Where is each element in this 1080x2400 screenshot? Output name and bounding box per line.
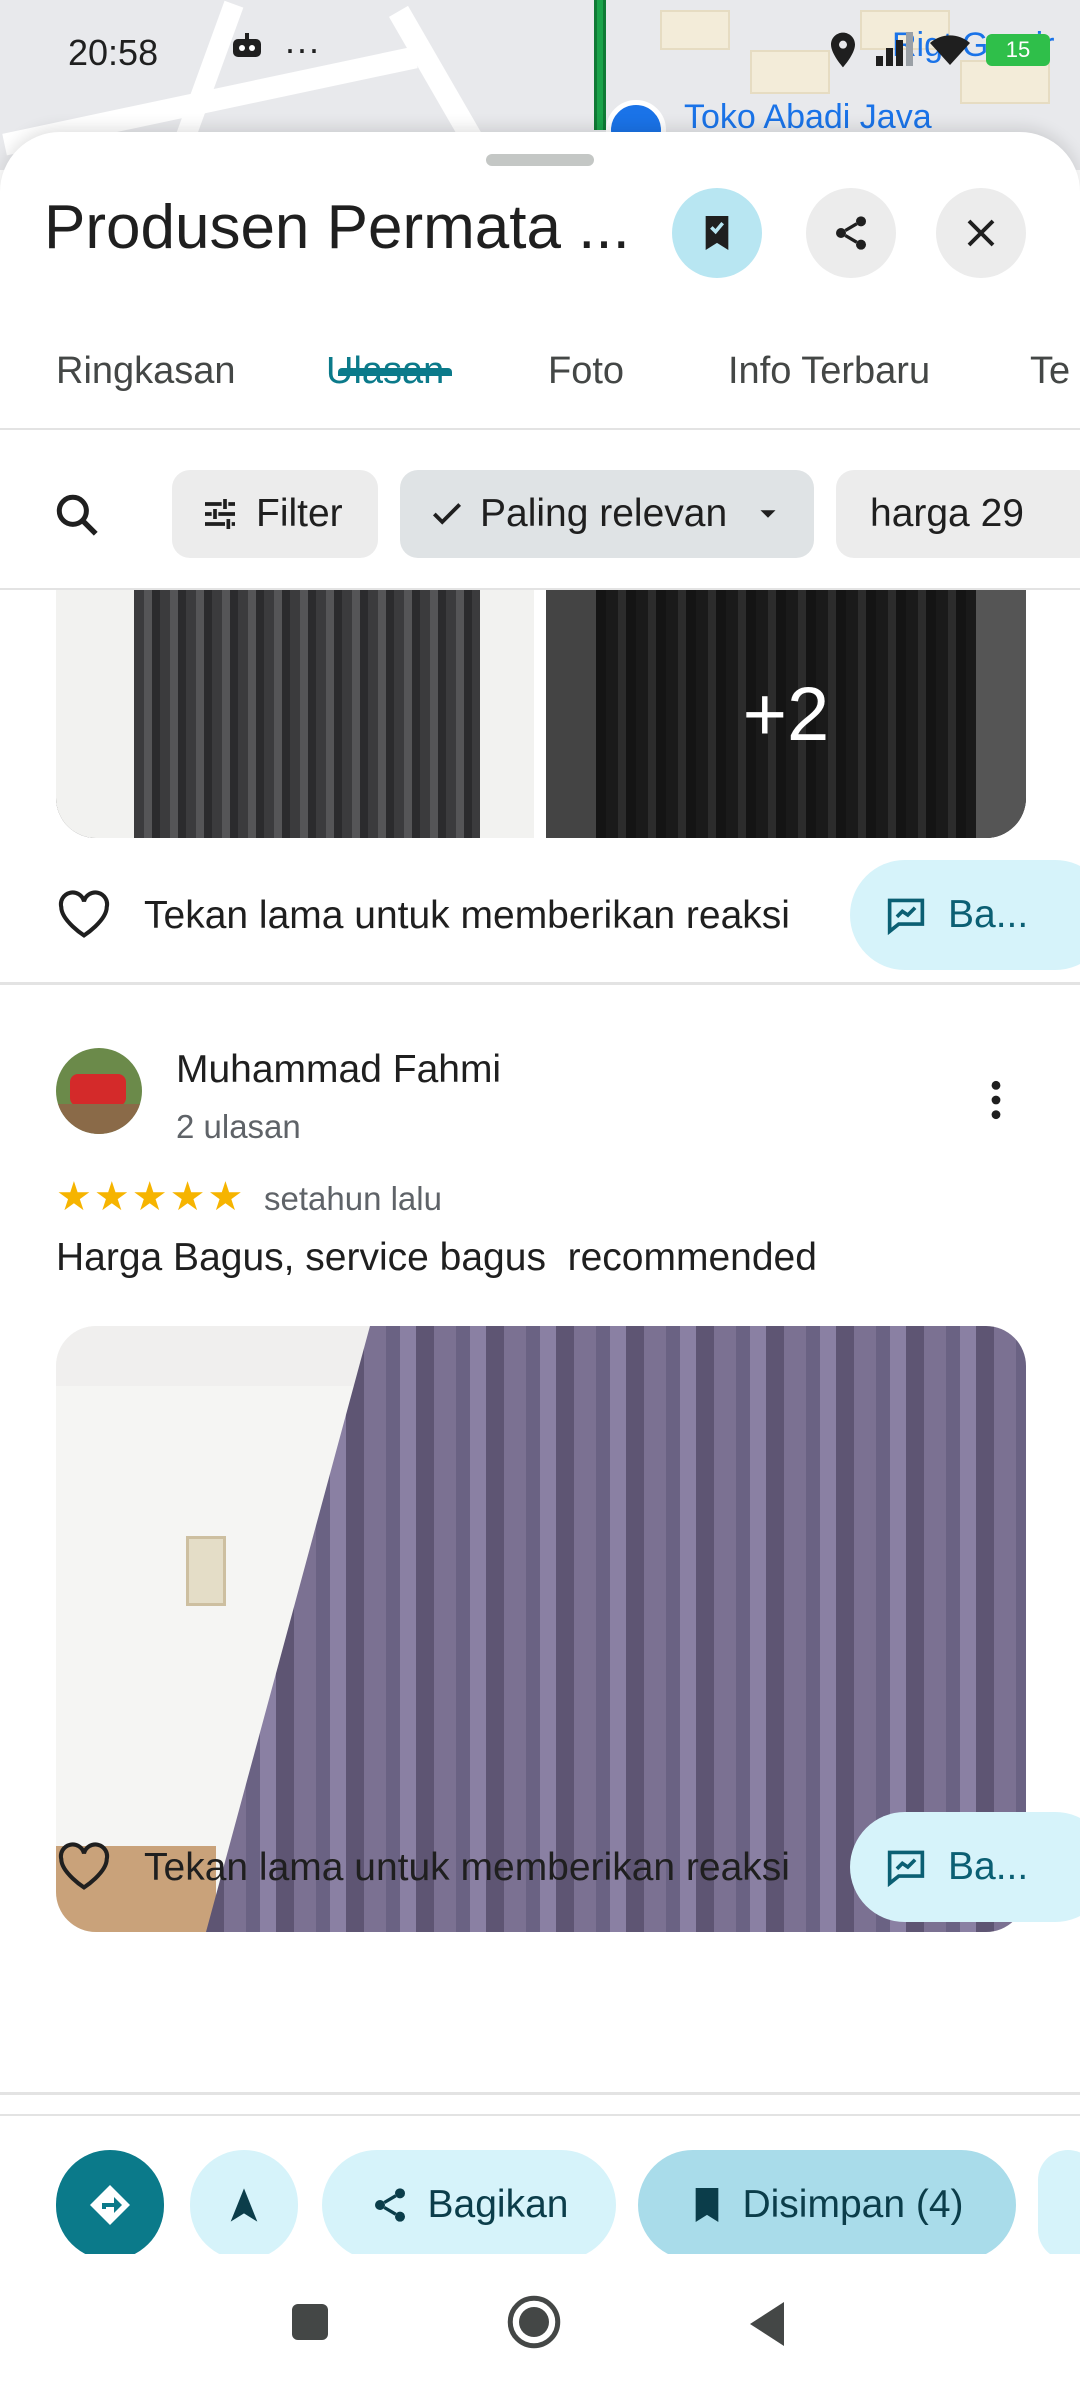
close-button[interactable] bbox=[936, 188, 1026, 278]
topic-chip[interactable]: harga 29 bbox=[836, 470, 1080, 558]
tab-info-terbaru[interactable]: Info Terbaru bbox=[728, 350, 930, 393]
status-bar: 20:58 ··· 15 bbox=[0, 0, 1080, 110]
star-rating: ★★★★★ bbox=[56, 1175, 246, 1219]
share-action-button[interactable]: Bagikan bbox=[322, 2150, 616, 2260]
navigation-arrow-icon bbox=[230, 2188, 258, 2222]
bot-icon bbox=[233, 33, 261, 57]
reply-button-label: Ba... bbox=[948, 1845, 1029, 1888]
search-icon bbox=[56, 494, 98, 536]
share-action-label: Bagikan bbox=[427, 2183, 569, 2226]
place-action-bar: Bagikan Disimpan (4) bbox=[0, 2114, 1080, 2260]
review-photo[interactable] bbox=[56, 590, 534, 838]
status-more-dots: ··· bbox=[284, 28, 320, 69]
signal-icon bbox=[876, 32, 913, 66]
sort-chip[interactable]: Paling relevan bbox=[400, 470, 814, 558]
saved-action-button[interactable]: Disimpan (4) bbox=[638, 2150, 1016, 2260]
heart-icon[interactable] bbox=[56, 890, 112, 940]
system-icons: 15 bbox=[826, 30, 1050, 70]
share-icon bbox=[836, 216, 866, 250]
more-photos-count: +2 bbox=[742, 671, 830, 757]
reply-button[interactable]: Ba... bbox=[850, 1812, 1080, 1922]
directions-icon bbox=[90, 2185, 130, 2225]
more-vert-icon bbox=[991, 1080, 1001, 1120]
share-button[interactable] bbox=[806, 188, 896, 278]
tab-foto[interactable]: Foto bbox=[548, 350, 624, 393]
reviewer-name[interactable]: Muhammad Fahmi bbox=[176, 1048, 501, 1092]
filter-chip-label: Filter bbox=[256, 492, 343, 535]
close-icon bbox=[967, 219, 995, 247]
back-icon[interactable] bbox=[744, 2298, 792, 2350]
more-actions-button[interactable] bbox=[1038, 2150, 1080, 2260]
filter-chip[interactable]: Filter bbox=[172, 470, 378, 558]
review-divider bbox=[0, 982, 1080, 985]
review-reaction-row: Tekan lama untuk memberikan reaksi Ba... bbox=[0, 1812, 1080, 1922]
review-filter-bar: Filter Paling relevan harga 29 bbox=[0, 430, 1080, 590]
search-reviews-button[interactable] bbox=[52, 490, 102, 545]
saved-button[interactable] bbox=[672, 188, 762, 278]
directions-button[interactable] bbox=[56, 2150, 164, 2260]
previous-review-photos: +2 bbox=[56, 590, 1026, 838]
review-menu-button[interactable] bbox=[966, 1070, 1026, 1130]
tab-bar: Ringkasan Ulasan Foto Info Terbaru Te bbox=[0, 322, 1080, 430]
review-date: setahun lalu bbox=[264, 1180, 442, 1217]
battery-icon: 15 bbox=[986, 34, 1050, 66]
review-divider bbox=[0, 2092, 1080, 2095]
tab-more[interactable]: Te bbox=[1030, 350, 1070, 393]
reaction-hint: Tekan lama untuk memberikan reaksi bbox=[144, 894, 790, 937]
dropdown-arrow-icon bbox=[760, 510, 776, 518]
reply-button[interactable]: Ba... bbox=[850, 860, 1080, 970]
system-nav-bar bbox=[0, 2254, 1080, 2400]
previous-review-reaction-row: Tekan lama untuk memberikan reaksi Ba... bbox=[0, 860, 1080, 970]
active-tab-indicator bbox=[338, 368, 452, 376]
recents-icon[interactable] bbox=[286, 2298, 334, 2346]
reaction-hint: Tekan lama untuk memberikan reaksi bbox=[144, 1846, 790, 1889]
status-more: ··· bbox=[230, 28, 320, 70]
sort-chip-label: Paling relevan bbox=[480, 492, 728, 535]
reply-icon bbox=[887, 1850, 925, 1887]
start-navigation-button[interactable] bbox=[190, 2150, 298, 2260]
place-sheet: Produsen Permata ... Ringkasan Ulasan Fo… bbox=[0, 132, 1080, 2400]
reviewer-review-count: 2 ulasan bbox=[176, 1108, 301, 1145]
drag-handle[interactable] bbox=[486, 154, 594, 166]
reply-icon bbox=[887, 898, 925, 935]
tab-ringkasan[interactable]: Ringkasan bbox=[56, 350, 236, 393]
review-text: Harga Bagus, service bagus recommended bbox=[56, 1236, 817, 1279]
review-photo-more[interactable]: +2 bbox=[546, 590, 1026, 838]
reply-button-label: Ba... bbox=[948, 893, 1029, 936]
bookmark-icon bbox=[696, 2188, 719, 2222]
heart-icon[interactable] bbox=[56, 1842, 112, 1892]
home-icon[interactable] bbox=[504, 2292, 564, 2352]
wifi-icon bbox=[930, 35, 970, 65]
place-title: Produsen Permata ... bbox=[44, 193, 630, 262]
location-icon bbox=[831, 32, 855, 68]
status-time: 20:58 bbox=[68, 32, 159, 73]
topic-chip-label: harga 29 bbox=[870, 492, 1024, 535]
saved-action-label: Disimpan (4) bbox=[742, 2183, 964, 2226]
tune-icon bbox=[205, 499, 235, 529]
check-icon bbox=[432, 503, 462, 525]
share-icon bbox=[374, 2188, 405, 2222]
avatar[interactable] bbox=[56, 1048, 142, 1134]
bookmark-icon bbox=[705, 216, 729, 250]
